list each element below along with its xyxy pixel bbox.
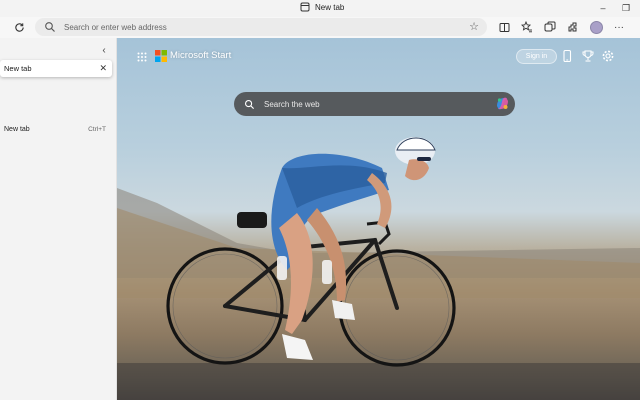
toolbar-icons: ··· <box>495 18 628 36</box>
microsoft-logo-icon <box>155 50 167 62</box>
more-icon: ··· <box>614 21 624 33</box>
new-tab-menu-item[interactable]: New tab Ctrl+T <box>0 122 112 136</box>
title-bar: New tab – ❐ <box>0 0 640 17</box>
refresh-icon <box>14 22 24 32</box>
copilot-icon[interactable] <box>494 95 511 112</box>
new-tab-page: Microsoft Start Sign in <box>117 38 640 400</box>
web-search-box[interactable] <box>234 92 515 116</box>
browser-toolbar: ☆ ··· <box>0 17 640 38</box>
split-screen-icon <box>499 22 509 32</box>
address-input[interactable] <box>62 21 442 33</box>
restore-button[interactable]: ❐ <box>619 1 633 15</box>
extensions-icon <box>568 22 577 32</box>
phone-icon[interactable] <box>560 49 574 63</box>
more-button[interactable]: ··· <box>610 18 628 36</box>
refresh-button[interactable] <box>11 18 27 36</box>
favorites-icon <box>521 21 532 33</box>
menu-item-shortcut: Ctrl+T <box>88 125 106 133</box>
favorites-button[interactable] <box>518 18 536 36</box>
settings-gear-icon[interactable] <box>601 49 615 63</box>
profile-avatar <box>589 20 603 34</box>
address-bar[interactable]: ☆ <box>35 18 487 36</box>
search-icon <box>245 99 255 109</box>
tab-label: New tab <box>4 64 32 73</box>
collections-button[interactable] <box>541 18 559 36</box>
close-tab-icon[interactable]: ✕ <box>99 63 107 74</box>
split-screen-button[interactable] <box>495 18 513 36</box>
search-icon <box>45 22 55 32</box>
collections-icon <box>544 21 556 32</box>
window-title: New tab <box>315 2 345 12</box>
web-search-input[interactable] <box>262 98 482 110</box>
rewards-trophy-icon[interactable] <box>581 49 595 63</box>
window-title-area: New tab <box>300 2 344 12</box>
profile-button[interactable] <box>587 18 605 36</box>
brand-name[interactable]: Microsoft Start <box>170 50 231 61</box>
vertical-tabs-sidebar: ‹ New tab ✕ New tab Ctrl+T <box>0 38 117 400</box>
menu-item-label: New tab <box>4 125 30 133</box>
collapse-sidebar-button[interactable]: ‹ <box>97 43 111 57</box>
apps-grid-icon[interactable] <box>137 52 147 62</box>
minimize-button[interactable]: – <box>596 1 610 15</box>
sign-in-button[interactable]: Sign in <box>516 49 557 64</box>
tab-new-tab[interactable]: New tab ✕ <box>0 60 112 77</box>
tab-page-icon <box>300 2 310 12</box>
extensions-button[interactable] <box>564 18 582 36</box>
favorite-star-icon[interactable]: ☆ <box>469 20 479 33</box>
